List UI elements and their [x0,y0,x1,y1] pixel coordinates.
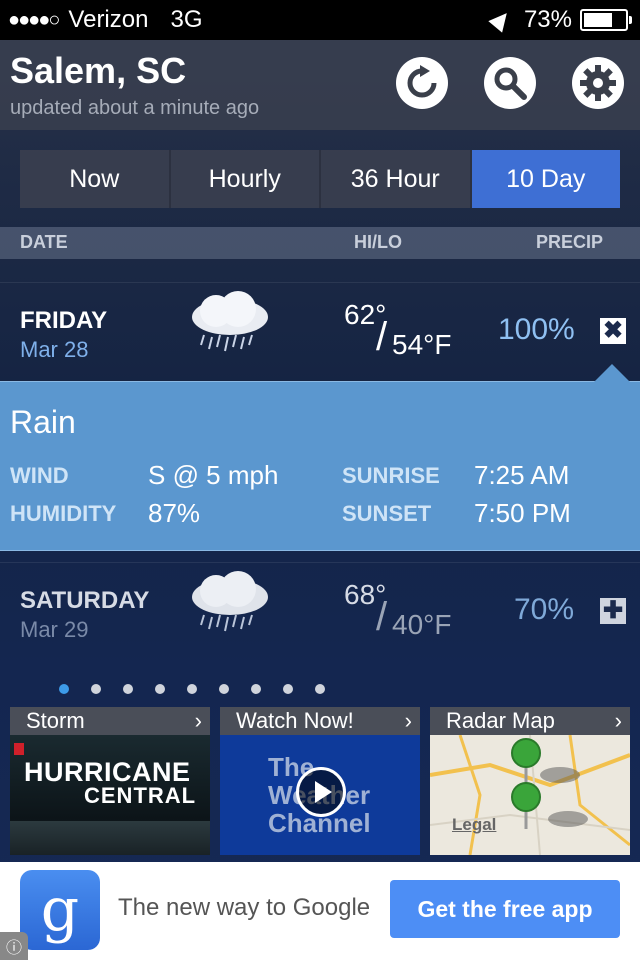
precip-chance: 70% [514,593,575,626]
location-header: Salem, SC updated about a minute ago [0,40,640,130]
low-temp: 54°F [392,329,452,360]
map-legal-link[interactable]: Legal [452,815,496,835]
status-bar: ●●●●○ Verizon 3G 73% [0,0,640,40]
battery-icon [580,9,632,31]
precip-column-label: PRECIP [536,232,604,252]
collapse-icon[interactable]: ✖ [600,318,626,344]
status-right: 73% [488,6,632,34]
humidity-value: 87% [148,498,201,528]
hurricane-central-image: HURRICANE CENTRAL [10,735,210,855]
wind-value: S @ 5 mph [148,460,279,490]
tile-title: Watch Now! [236,708,354,733]
tab-36-hour[interactable]: 36 Hour [321,150,472,208]
tab-now[interactable]: Now [20,150,171,208]
play-icon[interactable] [296,767,346,817]
page-dot[interactable] [251,684,261,694]
get-app-button[interactable]: Get the free app [390,880,620,938]
radar-map-image: Legal [430,735,630,855]
signal-strength: ●●●●○ [8,8,60,31]
logo-mark [14,743,24,755]
page-dot[interactable] [187,684,197,694]
temp-divider: / [376,315,388,359]
day-date: Mar 29 [20,617,89,642]
column-header: DATE HI/LO PRECIP [0,227,640,259]
info-icon[interactable]: ⓘ [0,932,28,960]
sunrise-label: SUNRISE [342,463,440,488]
page-dot[interactable] [91,684,101,694]
day-row-friday[interactable]: FRIDAY Mar 28 62° / 54°F 100% ✖ [0,282,640,381]
tab-hourly[interactable]: Hourly [170,150,321,208]
humidity-label: HUMIDITY [10,501,117,526]
network-type: 3G [170,6,203,33]
map-pin-icon [511,738,541,829]
status-left: ●●●●○ Verizon 3G [8,6,202,34]
page-indicator [0,684,640,698]
search-button[interactable] [484,57,536,109]
page-dot[interactable] [59,684,69,694]
precip-chance: 100% [498,313,575,346]
location-arrow-icon [488,7,514,33]
gear-icon [580,65,616,101]
ad-text: The new way to Google [118,894,371,921]
rain-cloud-icon [192,291,268,352]
chevron-right-icon: › [614,708,622,733]
tile-header: Storm › [10,707,210,735]
updated-text: updated about a minute ago [10,97,260,119]
ad-banner[interactable]: g The new way to Google Get the free app… [0,862,640,960]
day-name: FRIDAY [20,307,108,334]
sunset-label: SUNSET [342,501,432,526]
tile-header: Watch Now! › [220,707,420,735]
chevron-right-icon: › [194,708,202,733]
wind-label: WIND [10,463,69,488]
date-column-label: DATE [20,232,68,252]
tab-10-day[interactable]: 10 Day [471,150,620,208]
carrier-name: Verizon [68,6,149,33]
weather-channel-video: The Weather Channel [220,735,420,855]
day-date: Mar 28 [20,337,89,362]
battery-percent: 73% [523,6,572,33]
hilo-column-label: HI/LO [354,232,402,252]
settings-button[interactable] [572,57,624,109]
low-temp: 40°F [392,609,452,640]
google-logo-icon: g [20,870,100,950]
day-detail-panel: Rain WIND S @ 5 mph HUMIDITY 87% SUNRISE… [0,364,640,551]
forecast-tabs: Now Hourly 36 Hour 10 Day [20,150,620,208]
page-dot[interactable] [123,684,133,694]
tile-header: Radar Map › [430,707,630,735]
city-name[interactable]: Salem, SC [10,50,186,92]
page-dot[interactable] [283,684,293,694]
chevron-right-icon: › [404,708,412,733]
tile-title: Storm [26,708,85,733]
search-icon [494,67,527,100]
condition-text: Rain [10,404,76,440]
page-dot[interactable] [315,684,325,694]
expand-icon[interactable]: ✚ [600,598,626,624]
image-text: CENTRAL [84,783,197,808]
watch-now-tile[interactable]: Watch Now! › The Weather Channel [220,707,420,855]
sunrise-value: 7:25 AM [474,460,570,490]
page-dot[interactable] [219,684,229,694]
detail-pointer [594,364,630,382]
sunset-value: 7:50 PM [474,498,571,528]
storm-tile[interactable]: Storm › HURRICANE CENTRAL [10,707,210,855]
page-dot[interactable] [155,684,165,694]
day-name: SATURDAY [20,587,150,614]
day-row-saturday[interactable]: SATURDAY Mar 29 68° / 40°F 70% ✚ [0,562,640,661]
rain-cloud-icon [192,571,268,632]
refresh-button[interactable] [396,57,448,109]
temp-divider: / [376,595,388,639]
tile-title: Radar Map [446,708,555,733]
refresh-icon [407,65,437,98]
radar-map-tile[interactable]: Radar Map › Legal [430,707,630,855]
